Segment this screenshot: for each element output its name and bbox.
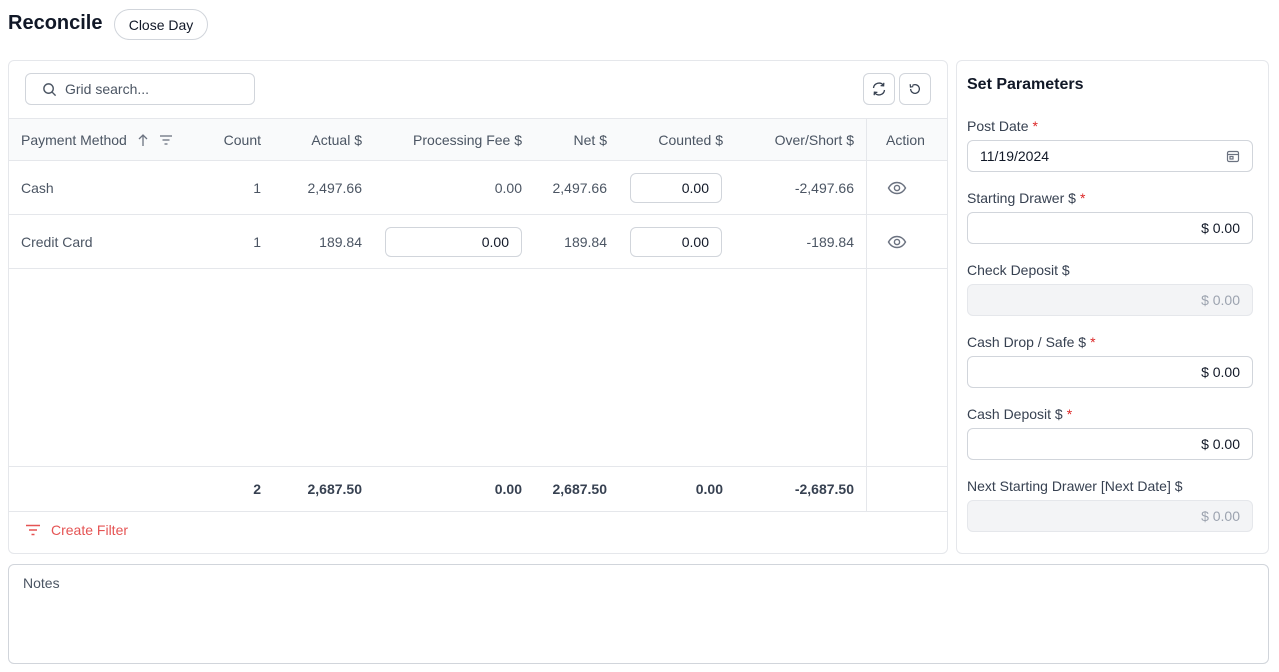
- close-day-button[interactable]: Close Day: [114, 9, 208, 40]
- cell-over-short: -189.84: [806, 233, 854, 250]
- refresh-icon: [872, 82, 886, 96]
- total-fee: 0.00: [494, 481, 522, 497]
- cash-deposit-input[interactable]: $ 0.00: [967, 428, 1253, 460]
- starting-drawer-label: Starting Drawer $ *: [967, 190, 1086, 206]
- header-net[interactable]: Net $: [532, 119, 607, 160]
- view-button[interactable]: [887, 161, 907, 214]
- cell-net: 189.84: [564, 233, 607, 250]
- cell-count: 1: [253, 233, 261, 250]
- header-action: Action: [886, 131, 925, 148]
- processing-fee-input[interactable]: 0.00: [385, 226, 522, 257]
- cell-fee: 0.00: [494, 179, 522, 196]
- grid-search[interactable]: [25, 73, 255, 105]
- search-icon: [43, 82, 57, 96]
- eye-icon: [887, 181, 907, 194]
- filter-icon: [26, 524, 40, 536]
- counted-cell: 0.00: [630, 161, 722, 214]
- starting-drawer-input[interactable]: $ 0.00: [967, 212, 1253, 244]
- filter-icon[interactable]: [159, 134, 173, 146]
- required-marker: *: [1090, 334, 1096, 350]
- required-marker: *: [1066, 406, 1073, 422]
- counted-input[interactable]: 0.00: [630, 226, 722, 257]
- cell-actual: 2,497.66: [307, 179, 363, 196]
- next-starting-drawer-input: $ 0.00: [967, 500, 1253, 532]
- column-divider: [866, 467, 867, 511]
- required-marker: *: [1032, 118, 1038, 134]
- total-counted: 0.00: [695, 481, 723, 497]
- check-deposit-label: Check Deposit $: [967, 262, 1070, 278]
- next-starting-drawer-label: Next Starting Drawer [Next Date] $: [967, 478, 1183, 494]
- counted-cell: 0.00: [630, 215, 722, 268]
- check-deposit-input: $ 0.00: [967, 284, 1253, 316]
- reconcile-grid: Payment Method Count Actual $ Processing…: [8, 60, 948, 554]
- table-row: Cash 1 2,497.66 0.00 2,497.66 0.00 -2,49…: [9, 161, 947, 215]
- total-count: 2: [253, 481, 261, 497]
- column-divider: [866, 215, 867, 268]
- reset-icon: [909, 84, 920, 94]
- notes-placeholder: Notes: [23, 575, 60, 591]
- post-date-label: Post Date *: [967, 118, 1038, 134]
- cell-actual: 189.84: [319, 233, 362, 250]
- cell-method: Cash: [21, 179, 54, 196]
- cash-drop-label: Cash Drop / Safe $ *: [967, 334, 1096, 350]
- notes-textarea[interactable]: Notes: [8, 564, 1269, 664]
- create-filter-label: Create Filter: [51, 522, 129, 538]
- header-counted[interactable]: Counted $: [617, 119, 723, 160]
- post-date-field[interactable]: 11/19/2024: [967, 140, 1253, 172]
- grid-header: Payment Method Count Actual $ Processing…: [9, 118, 947, 161]
- reset-button[interactable]: [899, 73, 931, 105]
- counted-input[interactable]: 0.00: [630, 172, 722, 203]
- header-processing-fee[interactable]: Processing Fee $: [372, 119, 522, 160]
- cell-net: 2,497.66: [552, 179, 608, 196]
- cell-count: 1: [253, 179, 261, 196]
- cash-deposit-label: Cash Deposit $ *: [967, 406, 1073, 422]
- table-row: Credit Card 1 189.84 0.00 189.84 0.00 -1…: [9, 215, 947, 269]
- page-title: Reconcile: [8, 12, 103, 34]
- totals-row: 2 2,687.50 0.00 2,687.50 0.00 -2,687.50: [9, 466, 947, 512]
- set-parameters-panel: Set Parameters Post Date * 11/19/2024 Sta…: [956, 60, 1269, 554]
- grid-search-input[interactable]: [65, 81, 235, 97]
- cash-drop-input[interactable]: $ 0.00: [967, 356, 1253, 388]
- column-divider: [866, 119, 867, 160]
- sort-asc-icon[interactable]: [137, 132, 149, 148]
- eye-icon: [887, 235, 907, 248]
- total-net: 2,687.50: [552, 481, 608, 497]
- params-title: Set Parameters: [967, 76, 1084, 93]
- column-divider: [866, 161, 867, 214]
- header-over-short[interactable]: Over/Short $: [733, 119, 854, 160]
- required-marker: *: [1079, 190, 1086, 206]
- header-count[interactable]: Count: [189, 119, 261, 160]
- header-actual[interactable]: Actual $: [271, 119, 362, 160]
- column-divider: [866, 269, 867, 466]
- total-actual: 2,687.50: [307, 481, 363, 497]
- create-filter-button[interactable]: Create Filter: [25, 522, 128, 538]
- calendar-icon[interactable]: [1226, 149, 1240, 163]
- header-payment-method[interactable]: Payment Method: [21, 119, 173, 160]
- total-over-short: -2,687.50: [794, 481, 854, 497]
- fee-cell: 0.00: [385, 215, 522, 268]
- post-date-value: 11/19/2024: [980, 148, 1050, 164]
- cell-over-short: -2,497.66: [794, 179, 854, 196]
- view-button[interactable]: [887, 215, 907, 268]
- cell-method: Credit Card: [21, 233, 93, 250]
- refresh-button[interactable]: [863, 73, 895, 105]
